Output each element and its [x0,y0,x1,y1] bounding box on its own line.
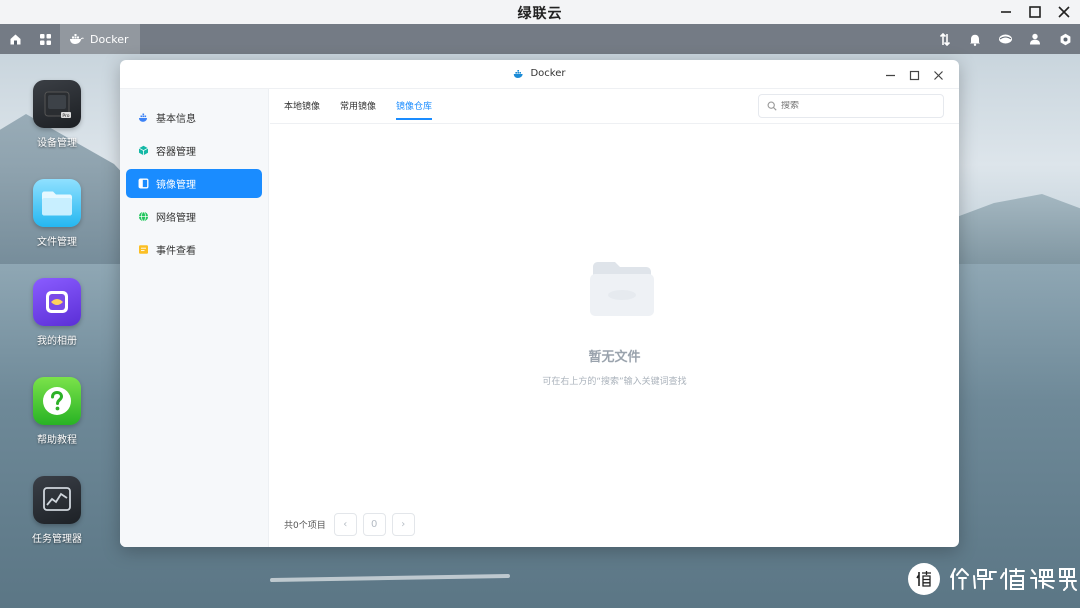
sidebar-item-label: 网络管理 [156,213,196,224]
desktop-icon-task-manager[interactable]: 任务管理器 [22,476,92,566]
window-title: Docker [120,68,959,79]
transfer-button[interactable] [930,24,960,54]
close-icon [1058,6,1070,18]
page-number[interactable]: 0 [362,513,386,536]
watermark-wordmark [950,568,1077,591]
os-title: 绿联云 [517,6,563,22]
empty-state: 暂无文件 可在右上方的“搜索”输入关键词查找 [270,89,959,547]
docker-whale-icon [70,34,84,44]
desktop-icon-label: 我的相册 [37,336,77,347]
empty-state-hint: 可在右上方的“搜索”输入关键词查找 [542,377,687,387]
close-icon [933,70,943,80]
desktop-icon-help[interactable]: 帮助教程 [22,377,92,467]
os-titlebar: 绿联云 [0,0,1080,24]
sidebar-item-network[interactable]: 网络管理 [126,202,262,231]
transfer-icon [939,32,951,46]
network-globe-icon [138,211,149,222]
taskbar-docker-tab[interactable]: Docker [60,24,140,54]
user-button[interactable] [1020,24,1050,54]
watermark-logo [908,563,1080,595]
pagination: 共0个项目 ‹ 0 › [284,513,415,536]
empty-folder-icon [590,262,654,316]
desktop-icon-label: 文件管理 [37,237,77,248]
window-close-button[interactable] [928,65,948,85]
os-close-button[interactable] [1050,1,1078,23]
window-header[interactable]: Docker [120,60,959,89]
settings-button[interactable] [1050,24,1080,54]
sidebar-item-image[interactable]: 镜像管理 [126,169,262,198]
event-log-icon [138,244,149,255]
window-title-text: Docker [530,68,566,79]
cloud-icon [998,34,1012,44]
image-repository-panel: 本地镜像 常用镜像 镜像仓库 暂无文件 可在右上方的“搜索”输入关键词查找 共0… [270,89,959,547]
apps-grid-icon [39,33,51,45]
apps-grid-button[interactable] [30,24,60,54]
photo-album-icon [33,278,81,326]
os-minimize-button[interactable] [992,1,1020,23]
os-maximize-button[interactable] [1021,1,1049,23]
taskbar-docker-label: Docker [90,32,129,46]
empty-state-title: 暂无文件 [588,350,641,365]
image-icon [138,178,149,189]
desktop-icon-file-manager[interactable]: 文件管理 [22,179,92,269]
minimize-icon [885,74,895,76]
desktop-icon-photo-album[interactable]: 我的相册 [22,278,92,368]
info-icon [138,112,149,123]
minimize-icon [1001,11,1011,13]
folder-icon [33,179,81,227]
desktop-icon-label: 任务管理器 [32,534,82,545]
total-count: 共0个项目 [284,521,326,531]
docker-sidebar: 基本信息 容器管理 镜像管理 网络管理 事件查看 [120,89,269,547]
prev-page-button[interactable]: ‹ [333,513,357,536]
desktop-icon-label: 设备管理 [37,138,77,149]
desktop-icon-device-manager[interactable]: Pro 设备管理 [22,80,92,170]
sidebar-item-label: 容器管理 [156,147,196,158]
docker-whale-icon [514,69,524,78]
cloud-button[interactable] [990,24,1020,54]
notifications-button[interactable] [960,24,990,54]
gear-icon [1060,33,1070,45]
user-icon [1030,33,1040,45]
sidebar-item-basic-info[interactable]: 基本信息 [126,103,262,132]
docker-window: Docker 基本信息 容器管理 镜像管理 网络管理 事件查看 本地镜像 常用镜… [120,60,959,547]
home-button[interactable] [0,24,30,54]
chevron-left-icon: ‹ [343,519,348,530]
maximize-icon [909,70,919,80]
sidebar-item-label: 镜像管理 [156,180,196,191]
sidebar-item-label: 事件查看 [156,246,196,257]
sidebar-item-events[interactable]: 事件查看 [126,235,262,264]
watermark-mark-icon [916,571,931,587]
bell-icon [970,34,980,46]
desktop-icon-label: 帮助教程 [37,435,77,446]
next-page-button[interactable]: › [391,513,415,536]
sidebar-item-label: 基本信息 [156,114,196,125]
taskbar: Docker [0,24,1080,54]
chevron-right-icon: › [401,519,406,530]
device-manager-icon: Pro [33,80,81,128]
maximize-icon [1029,6,1041,18]
task-manager-icon [33,476,81,524]
window-maximize-button[interactable] [904,65,924,85]
home-icon [10,34,20,44]
svg-text:Pro: Pro [62,113,69,119]
sidebar-item-container[interactable]: 容器管理 [126,136,262,165]
watermark-badge [908,563,940,595]
help-icon [33,377,81,425]
window-minimize-button[interactable] [880,65,900,85]
container-icon [138,145,149,156]
